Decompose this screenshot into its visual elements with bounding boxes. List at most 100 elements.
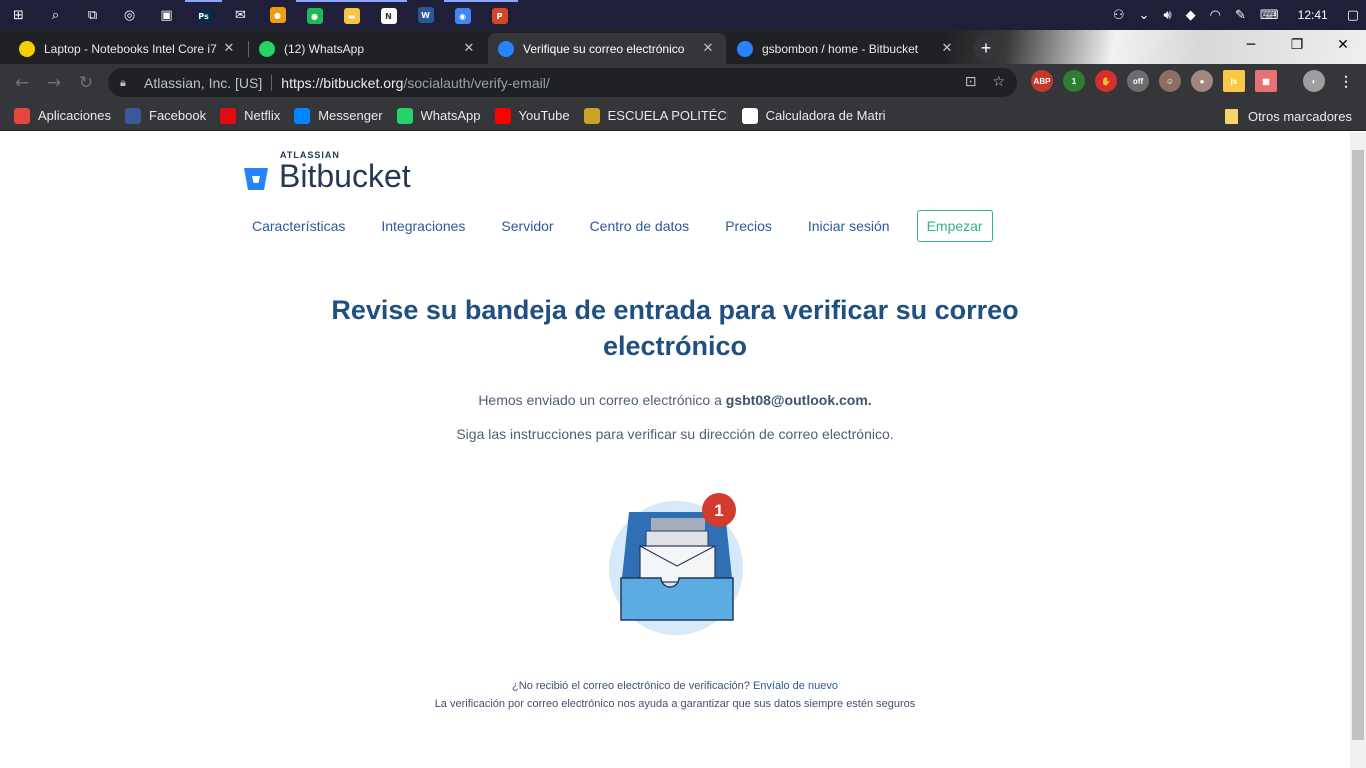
dropbox-icon[interactable]: ◆ [1186,8,1196,23]
groove-icon[interactable]: ◎ [111,0,148,30]
nav-precios[interactable]: Precios [725,218,772,234]
close-icon[interactable]: ✕ [939,41,955,56]
word-icon[interactable]: W [407,0,444,30]
bookmark-youtube[interactable]: YouTube [494,107,570,124]
chrome-icon[interactable]: ◉ [444,0,481,30]
page-scrollbar[interactable] [1350,132,1366,768]
instructions-message: Siga las instrucciones para verificar su… [456,426,894,442]
url-path[interactable]: /socialauth/verify-email/ [403,75,549,91]
lock-icon[interactable]: 🔒︎ [120,76,134,90]
url-host[interactable]: https://bitbucket.org [281,75,403,91]
tab-favicon-icon [259,40,275,57]
scrollbar-thumb[interactable] [1352,150,1364,740]
tab-laptop[interactable]: Laptop - Notebooks Intel Core i7 ✕ [9,33,247,64]
tab-favicon-icon [498,40,514,57]
store-icon[interactable]: ▣ [148,0,185,30]
main-nav: Características Integraciones Servidor C… [252,210,993,242]
other-bookmarks[interactable]: Otros marcadores [1224,101,1352,131]
browser-toolbar: ← → ↻ 🔒︎ Atlassian, Inc. [US] https://bi… [0,64,1366,101]
new-tab-button[interactable]: + [974,36,998,60]
windows-taskbar: ⊞ ⌕ ⧉ ◎ ▣ Ps ✉ ● ● ▬ N W ◉ P ⚇ ⌄ 🔊︎ ◆ ◠ ✎ ⌨ 12:41 ▢ [0,0,1366,30]
address-bar[interactable]: 🔒︎ Atlassian, Inc. [US] https://bitbucke… [108,68,1017,97]
system-tray: ⚇ ⌄ 🔊︎ ◆ ◠ ✎ ⌨ 12:41 ▢ [1106,0,1366,30]
bookmark-messenger[interactable]: Messenger [294,107,383,124]
bookmark-escuela[interactable]: ESCUELA POLITÉCNIC [583,107,728,124]
resend-row: ¿No recibió el correo electrónico de ver… [512,680,838,692]
extensions: ABP 1 ✋ off ☺ ● js ▦ ◐ ⋮ [1031,70,1357,92]
empezar-button[interactable]: Empezar [916,210,993,242]
extension-off-icon[interactable]: off [1127,70,1149,92]
bitbucket-wordmark: Bitbucket [279,158,411,194]
bitbucket-bucket-icon [244,168,268,190]
search-icon[interactable]: ⌕ [37,0,74,30]
tab-favicon-icon [737,40,753,57]
resend-link[interactable]: Envíalo de nuevo [753,680,838,692]
bitbucket-logo[interactable]: ATLASSIAN Bitbucket [243,150,411,192]
nav-iniciar-sesion[interactable]: Iniciar sesión [808,218,890,234]
tab-whatsapp[interactable]: (12) WhatsApp ✕ [249,33,487,64]
app-orange-icon[interactable]: ● [259,0,296,30]
photoshop-icon[interactable]: Ps [185,0,222,30]
chevron-up-icon[interactable]: ⌄ [1139,8,1150,23]
tab-bitbucket-home[interactable]: gsbombon / home - Bitbucket ✕ [727,33,965,64]
people-icon[interactable]: ⚇ [1113,8,1125,23]
close-window-button[interactable]: ✕ [1320,30,1366,60]
clock[interactable]: 12:41 [1298,8,1328,22]
bookmark-star-icon[interactable]: ☆ [992,74,1005,90]
certificate-org[interactable]: Atlassian, Inc. [US] [144,75,262,91]
notification-badge: 1 [714,501,723,520]
inbox-illustration: 1 [609,493,743,635]
keyboard-icon[interactable]: ⌨ [1260,8,1279,23]
file-explorer-icon[interactable]: ▬ [333,0,370,30]
calculator-icon [741,107,758,124]
nav-integraciones[interactable]: Integraciones [381,218,465,234]
translate-icon[interactable]: ⊡ [965,74,977,90]
restore-button[interactable]: ❐ [1274,30,1320,60]
taskbar-apps: ⊞ ⌕ ⧉ ◎ ▣ Ps ✉ ● ● ▬ N W ◉ P [0,0,518,30]
bookmark-netflix[interactable]: Netflix [220,107,280,124]
back-button[interactable]: ← [10,71,34,95]
email-address: gsbt08@outlook.com. [725,392,872,408]
extension-green-icon[interactable]: 1 [1063,70,1085,92]
volume-icon[interactable]: 🔊︎ [1163,8,1171,23]
pen-icon[interactable]: ✎ [1235,8,1246,23]
menu-icon[interactable]: ⋮ [1335,70,1357,92]
netflix-icon [220,107,237,124]
nav-servidor[interactable]: Servidor [501,218,553,234]
close-icon[interactable]: ✕ [221,41,237,56]
bookmark-facebook[interactable]: Facebook [125,107,206,124]
adblock-icon[interactable]: ✋ [1095,70,1117,92]
cookie-icon[interactable]: ● [1191,70,1213,92]
folder-icon [1224,108,1238,124]
youtube-icon [494,107,511,124]
task-view-icon[interactable]: ⧉ [74,0,111,30]
extension-avatar-icon[interactable]: ☺ [1159,70,1181,92]
extension-yellow-icon[interactable]: js [1223,70,1245,92]
nav-caracteristicas[interactable]: Características [252,218,345,234]
bookmark-whatsapp[interactable]: WhatsApp [396,107,481,124]
tab-strip: Laptop - Notebooks Intel Core i7 ✕ (12) … [0,30,1366,64]
adblock-plus-icon[interactable]: ABP [1031,70,1053,92]
forward-button[interactable]: → [42,71,66,95]
windows-start-icon[interactable]: ⊞ [0,0,37,30]
profile-avatar[interactable]: ◐ [1303,70,1325,92]
mail-icon[interactable]: ✉ [222,0,259,30]
bookmark-calculator[interactable]: Calculadora de Matric [741,107,886,124]
messenger-icon [294,107,311,124]
spotify-icon[interactable]: ● [296,0,333,30]
close-icon[interactable]: ✕ [700,41,716,56]
minimize-button[interactable]: ─ [1228,30,1274,60]
apps-grid-icon [14,107,30,124]
tab-verify-email[interactable]: Verifique su correo electrónico ✕ [488,33,726,64]
page-title: Revise su bandeja de entrada para verifi… [331,295,1019,361]
bookmark-apps-grid[interactable]: Aplicaciones [14,107,111,124]
notifications-icon[interactable]: ▢ [1347,8,1359,23]
nav-centro-de-datos[interactable]: Centro de datos [590,218,690,234]
escuela-icon [583,107,600,124]
powerpoint-icon[interactable]: P [481,0,518,30]
reload-button[interactable]: ↻ [74,71,98,95]
wifi-icon[interactable]: ◠ [1210,8,1221,23]
app-chart-icon[interactable]: N [370,0,407,30]
close-icon[interactable]: ✕ [461,41,477,56]
extension-grid-icon[interactable]: ▦ [1255,70,1277,92]
